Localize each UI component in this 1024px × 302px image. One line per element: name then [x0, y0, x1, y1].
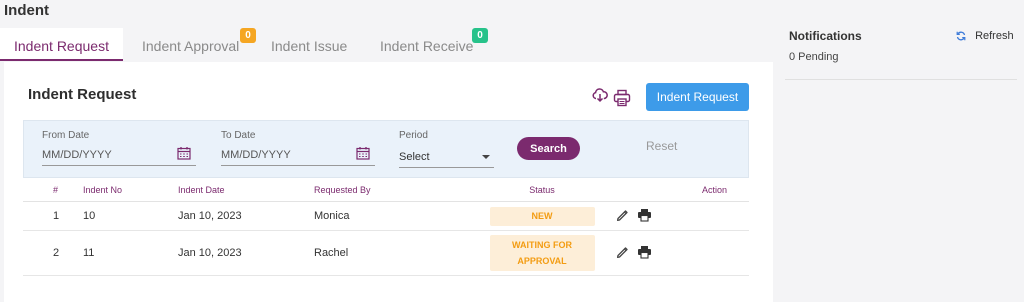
- card-title: Indent Request: [28, 86, 137, 103]
- column-header: Action: [612, 178, 749, 202]
- status-badge: NEW: [489, 206, 595, 226]
- refresh-icon: [956, 30, 975, 42]
- search-button[interactable]: Search: [517, 137, 580, 160]
- printer-icon[interactable]: [613, 89, 631, 112]
- status-line: WAITING FOR: [512, 240, 572, 250]
- period-select-value: Select: [399, 151, 430, 163]
- filter-panel: From Date To Date Period Select: [23, 120, 749, 178]
- table-row: 1 10 Jan 10, 2023 Monica NEW: [23, 201, 749, 231]
- column-header: Indent Date: [178, 178, 314, 202]
- tab-bar: Indent Request Indent Approval 0 Indent …: [0, 28, 773, 61]
- tab-receive-badge: 0: [472, 28, 488, 43]
- row-number: 1: [23, 201, 83, 231]
- indent-date: Jan 10, 2023: [178, 201, 314, 231]
- table-header-row: # Indent No Indent Date Requested By Sta…: [23, 178, 749, 202]
- requested-by: Monica: [314, 201, 472, 231]
- cloud-download-icon[interactable]: [592, 87, 608, 108]
- column-header: Indent No: [83, 178, 178, 202]
- notifications-pending: 0 Pending: [789, 51, 839, 63]
- column-header: Status: [472, 178, 612, 202]
- tab-approval-badge: 0: [240, 28, 256, 43]
- pencil-icon[interactable]: [616, 245, 630, 262]
- tab-indent-approval[interactable]: Indent Approval: [142, 28, 239, 61]
- notifications-title: Notifications: [789, 29, 862, 43]
- tab-indent-issue[interactable]: Indent Issue: [271, 28, 347, 61]
- to-date-input[interactable]: [221, 144, 375, 166]
- period-label: Period: [399, 130, 428, 141]
- indent-no: 10: [83, 201, 178, 231]
- divider: [785, 79, 1017, 80]
- refresh-label: Refresh: [975, 30, 1014, 42]
- calendar-icon[interactable]: [177, 146, 191, 165]
- to-date-label: To Date: [221, 130, 256, 141]
- printer-icon[interactable]: [637, 245, 652, 262]
- table-row: 2 11 Jan 10, 2023 Rachel WAITING FOR APP…: [23, 230, 749, 276]
- notifications-panel: Notifications 0 Pending Refresh: [779, 20, 1024, 301]
- page-title: Indent: [4, 2, 49, 19]
- status-badge: WAITING FOR APPROVAL: [489, 235, 595, 271]
- column-header: Requested By: [314, 178, 472, 202]
- status-line: APPROVAL: [517, 256, 567, 266]
- indent-request-button[interactable]: Indent Request: [646, 83, 749, 111]
- tab-indent-request[interactable]: Indent Request: [0, 28, 123, 61]
- reset-button[interactable]: Reset: [646, 139, 677, 153]
- chevron-down-icon: [482, 155, 490, 159]
- requested-by: Rachel: [314, 230, 472, 276]
- from-date-label: From Date: [42, 130, 90, 141]
- indent-date: Jan 10, 2023: [178, 230, 314, 276]
- period-select[interactable]: Select: [399, 146, 494, 168]
- indent-table: # Indent No Indent Date Requested By Sta…: [23, 178, 749, 276]
- tab-indent-receive[interactable]: Indent Receive: [380, 28, 473, 61]
- printer-icon[interactable]: [637, 208, 652, 225]
- column-header: #: [23, 178, 83, 202]
- row-number: 2: [23, 230, 83, 276]
- indent-no: 11: [83, 230, 178, 276]
- pencil-icon[interactable]: [616, 208, 630, 225]
- calendar-icon[interactable]: [356, 146, 370, 165]
- from-date-input[interactable]: [42, 144, 196, 166]
- refresh-button[interactable]: Refresh: [956, 30, 1014, 42]
- indent-request-card: Indent Request Indent Request From Date …: [4, 62, 773, 302]
